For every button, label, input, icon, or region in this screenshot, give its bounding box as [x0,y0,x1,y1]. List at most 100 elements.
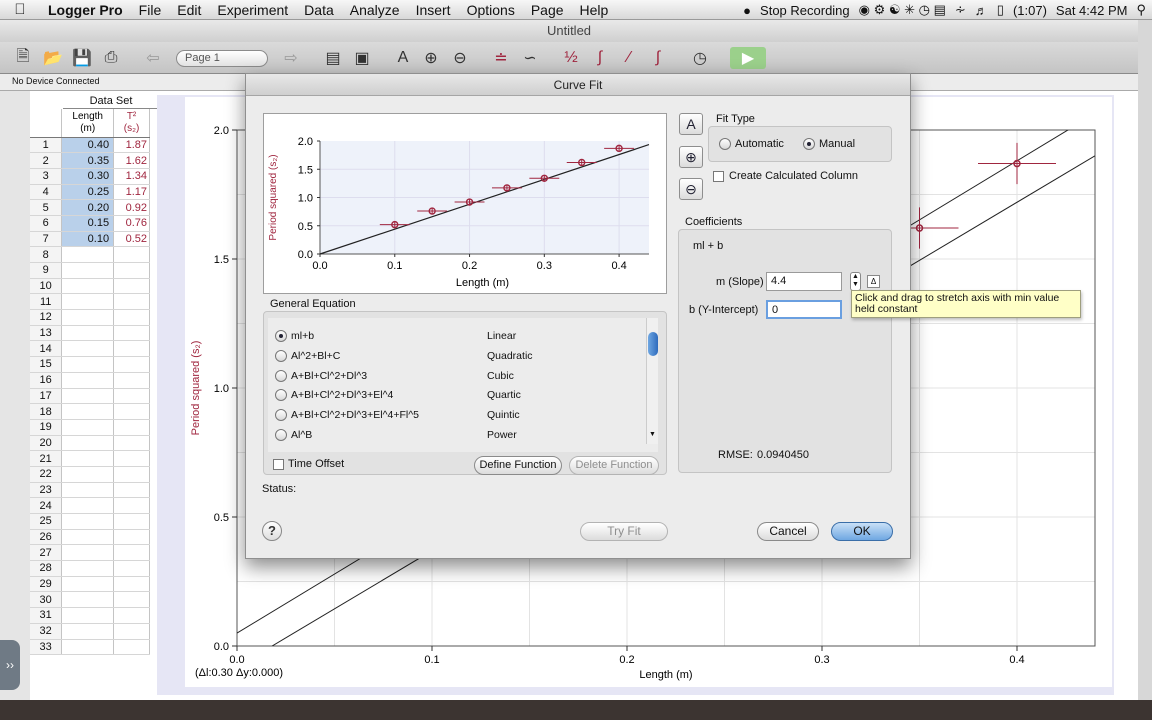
fit-manual-option[interactable]: Manual [803,138,855,150]
forward-page-icon[interactable]: ⇨ [280,47,302,69]
table-row[interactable]: 8 [30,246,150,263]
length-cell[interactable] [61,482,115,499]
period-cell[interactable] [113,388,150,405]
table-row[interactable]: 22 [30,466,150,483]
period-cell[interactable] [113,403,150,420]
delete-function-button[interactable]: Delete Function [569,456,659,475]
length-cell[interactable]: 0.20 [61,199,115,216]
table-row[interactable]: 5 0.20 0.92 [30,199,150,216]
length-cell[interactable]: 0.10 [61,231,115,248]
length-cell[interactable] [61,356,115,373]
period-cell[interactable] [113,529,150,546]
length-cell[interactable] [61,325,115,342]
table-row[interactable]: 7 0.10 0.52 [30,231,150,248]
slope-field[interactable]: 4.4 [766,272,842,291]
period-cell[interactable] [113,246,150,263]
table-row[interactable]: 32 [30,623,150,640]
equation-radio[interactable] [275,409,287,422]
table-row[interactable]: 29 [30,576,150,593]
open-folder-icon[interactable]: 📂 [42,47,64,69]
length-cell[interactable]: 0.25 [61,184,115,201]
equation-option[interactable]: ml+b Linear [275,326,643,346]
table-row[interactable]: 16 [30,372,150,389]
length-cell[interactable] [61,591,115,609]
equation-option[interactable]: Al^2+Bl+C Quadratic [275,346,643,366]
examine-icon[interactable]: ≐ [490,47,512,69]
length-cell[interactable] [61,529,115,546]
autoscale-icon[interactable]: A [679,113,703,135]
period-cell[interactable] [113,340,150,358]
zoom-out-icon[interactable]: ⊖ [449,47,471,69]
period-cell[interactable] [113,497,150,514]
zoom-in-icon[interactable]: ⊕ [420,47,442,69]
scroll-thumb[interactable] [648,332,658,356]
table-row[interactable]: 6 0.15 0.76 [30,215,150,232]
table-row[interactable]: 3 0.30 1.34 [30,168,150,185]
fit-automatic-option[interactable]: Automatic [719,138,784,150]
fit-preview-graph[interactable]: 0.0 0.1 0.2 0.3 0.4 0.0 0.5 1.0 1.5 2.0 Length (m)… [263,113,667,294]
equation-radio[interactable] [275,429,287,441]
collect-button-icon[interactable]: ▶ [730,47,766,69]
table-row[interactable]: 27 [30,544,150,562]
menu-page[interactable]: Page [523,2,572,18]
period-cell[interactable] [113,623,150,640]
length-cell[interactable]: 0.30 [61,168,115,185]
equation-list[interactable]: ml+b Linear Al^2+Bl+C Quadratic A+Bl+Cl^2+Dl… [268,318,658,452]
delta-icon[interactable]: Δ [867,275,880,288]
try-fit-button[interactable]: Try Fit [580,522,668,541]
table-row[interactable]: 25 [30,513,150,530]
table-row[interactable]: 26 [30,529,150,546]
time-offset-checkbox[interactable] [273,458,284,470]
menu-insert[interactable]: Insert [408,2,459,18]
length-cell[interactable]: 0.15 [61,215,115,232]
table-row[interactable]: 1 0.40 1.87 [30,137,150,154]
period-cell[interactable] [113,372,150,389]
equation-list-scrollbar[interactable]: ▼ [646,318,658,444]
table-row[interactable]: 20 [30,435,150,452]
help-button[interactable]: ? [262,521,282,541]
length-cell[interactable] [61,388,115,405]
table-row[interactable]: 14 [30,340,150,358]
integral-icon[interactable]: ∫ [589,47,611,69]
length-cell[interactable] [61,497,115,514]
period-cell[interactable] [113,639,150,656]
define-function-button[interactable]: Define Function [474,456,562,475]
linear-fit-icon[interactable]: ∕ [618,47,640,69]
intercept-field[interactable]: 0 [766,300,842,319]
menu-experiment[interactable]: Experiment [209,2,296,18]
print-icon[interactable]: ⎙ [100,47,122,69]
equation-radio[interactable] [275,349,287,362]
save-icon[interactable]: 💾 [71,47,93,69]
length-cell[interactable] [61,544,115,562]
create-column-option[interactable]: Create Calculated Column [713,170,858,182]
length-cell[interactable] [61,639,115,656]
period-cell[interactable] [113,591,150,609]
scroll-down-icon[interactable]: ▼ [649,431,656,438]
period-cell[interactable] [113,466,150,483]
period-cell[interactable] [113,544,150,562]
table-row[interactable]: 15 [30,356,150,373]
length-cell[interactable]: 0.40 [61,137,115,154]
period-cell[interactable]: 0.76 [113,215,150,232]
table-row[interactable]: 12 [30,309,150,326]
period-cell[interactable] [113,309,150,326]
length-cell[interactable] [61,466,115,483]
table-row[interactable]: 31 [30,607,150,624]
period-cell[interactable] [113,513,150,530]
period-cell[interactable]: 1.17 [113,184,150,201]
create-column-checkbox[interactable] [713,170,724,182]
table-row[interactable]: 19 [30,419,150,436]
length-cell[interactable] [61,278,115,295]
meter-icon[interactable]: ▣ [351,47,373,69]
back-page-icon[interactable]: ⇦ [142,47,164,69]
period-cell[interactable] [113,607,150,624]
table-row[interactable]: 24 [30,497,150,514]
length-cell[interactable] [61,403,115,420]
equation-radio[interactable] [275,389,287,402]
period-cell[interactable]: 1.62 [113,152,150,169]
length-cell[interactable] [61,419,115,436]
length-cell[interactable] [61,372,115,389]
length-cell[interactable] [61,513,115,530]
length-cell[interactable] [61,576,115,593]
wifi-icon[interactable]: ∻ [955,2,966,18]
